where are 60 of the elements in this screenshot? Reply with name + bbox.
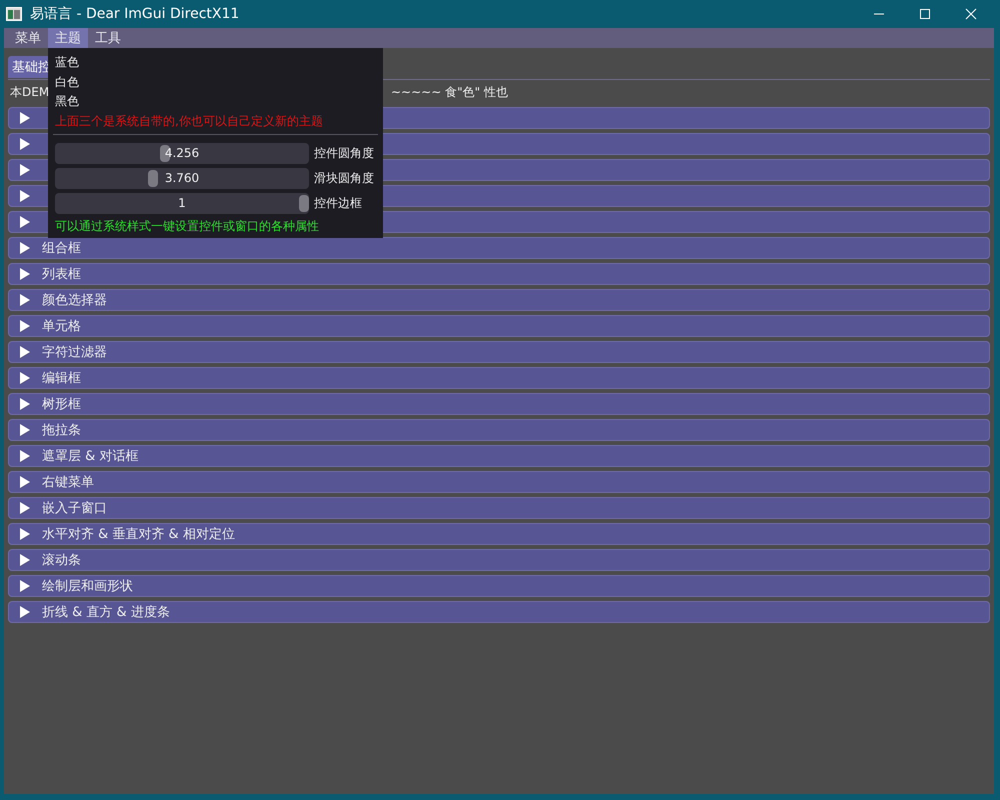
slider[interactable]: 1 [55, 192, 309, 214]
close-icon [965, 8, 977, 20]
collapsing-header[interactable]: 组合框 [8, 237, 990, 259]
menu-item[interactable]: 菜单 [8, 28, 48, 48]
maximize-icon [919, 8, 931, 20]
caret-right-icon [19, 554, 30, 566]
collapsing-header[interactable]: 拖拉条 [8, 419, 990, 441]
collapsing-header[interactable]: 字符过滤器 [8, 341, 990, 363]
slider-value: 1 [178, 196, 186, 210]
caret-right-icon [19, 216, 30, 228]
caret-right-icon [19, 164, 30, 176]
slider[interactable]: 3.760 [55, 168, 309, 188]
caret-right-icon [19, 424, 30, 436]
caret-right-icon [19, 320, 30, 332]
slider-thumb[interactable] [299, 194, 309, 212]
slider-label: 滑块圆角度 [314, 170, 374, 186]
slider-thumb[interactable] [148, 170, 158, 186]
caret-right-icon [19, 294, 30, 306]
collapsing-header[interactable]: 树形框 [8, 393, 990, 415]
collapsing-header[interactable]: 单元格 [8, 315, 990, 337]
slider-value: 4.256 [164, 146, 200, 160]
info-text: 本DEM [10, 84, 50, 101]
caret-right-icon [19, 372, 30, 384]
slider-label: 控件圆角度 [314, 144, 374, 162]
caret-right-icon [19, 580, 30, 592]
slider-label: 控件边框 [314, 194, 362, 212]
slider-value: 3.760 [164, 171, 200, 185]
caret-right-icon [19, 190, 30, 202]
collapsing-header[interactable]: 颜色选择器 [8, 289, 990, 311]
menu-item[interactable]: 蓝色 [55, 53, 376, 72]
collapsing-header[interactable]: 遮罩层 & 对话框 [8, 445, 990, 467]
collapsing-header[interactable]: 右键菜单 [8, 471, 990, 493]
collapsing-header[interactable]: 列表框 [8, 263, 990, 285]
caret-right-icon [19, 346, 30, 358]
collapsing-header[interactable]: 嵌入子窗口 [8, 497, 990, 519]
caret-right-icon [19, 528, 30, 540]
menu-item[interactable]: 工具 [88, 28, 128, 48]
caret-right-icon [19, 242, 30, 254]
caret-right-icon [19, 606, 30, 618]
collapsing-header[interactable]: 绘制层和画形状 [8, 575, 990, 597]
menu-item[interactable]: 主题 [48, 28, 88, 48]
collapsing-header[interactable]: 水平对齐 & 垂直对齐 & 相对定位 [8, 523, 990, 545]
caret-right-icon [19, 502, 30, 514]
caret-right-icon [19, 398, 30, 410]
caret-right-icon [19, 476, 30, 488]
collapsing-header[interactable]: 滚动条 [8, 549, 990, 571]
info-text: ~~~~~ 食"色" 性也 [391, 84, 508, 101]
collapsing-header[interactable]: 折线 & 直方 & 进度条 [8, 601, 990, 623]
window-title: 易语言 - Dear ImGui DirectX11 [30, 5, 240, 23]
note-text: 上面三个是系统自带的,你也可以自己定义新的主题 [55, 112, 324, 130]
caret-right-icon [19, 138, 30, 150]
caret-right-icon [19, 112, 30, 124]
menu-item[interactable]: 白色 [55, 72, 376, 92]
slider[interactable]: 4.256 [55, 142, 309, 164]
caret-right-icon [19, 450, 30, 462]
caret-right-icon [19, 268, 30, 280]
menu-item[interactable]: 黑色 [55, 92, 376, 112]
app-icon [6, 7, 22, 21]
collapsing-header[interactable]: 编辑框 [8, 367, 990, 389]
hint-text: 可以通过系统样式一键设置控件或窗口的各种属性 [55, 218, 320, 234]
